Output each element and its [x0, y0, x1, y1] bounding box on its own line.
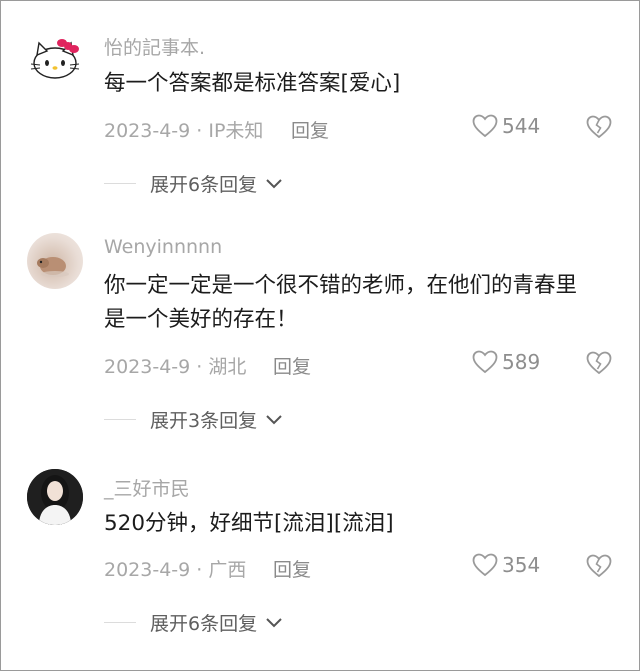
comment-text: 每一个答案都是标准答案[爱心] — [104, 71, 401, 96]
chevron-down-icon — [266, 414, 282, 424]
comment-text: 你一定一定是一个很不错的老师，在他们的青春里是一个美好的存在！ — [104, 273, 578, 332]
broken-heart-icon — [586, 115, 612, 139]
expand-replies-label: 展开3条回复 — [150, 410, 258, 432]
broken-heart-icon — [586, 351, 612, 375]
like-button[interactable]: 354 — [472, 553, 540, 577]
divider — [104, 622, 136, 623]
comment-meta: 2023-4-9 · IP未知 — [104, 120, 264, 142]
divider — [104, 183, 136, 184]
comment-meta: 2023-4-9 · 广西 — [104, 559, 247, 581]
heart-outline-icon — [472, 553, 498, 577]
hello-kitty-avatar-icon — [27, 31, 83, 87]
reply-button[interactable]: 回复 — [273, 555, 311, 582]
chevron-down-icon — [266, 617, 282, 627]
chevron-down-icon — [266, 178, 282, 188]
avatar[interactable] — [27, 233, 83, 289]
expand-replies-button[interactable]: 展开6条回复 — [104, 170, 283, 197]
heart-outline-icon — [472, 350, 498, 374]
expand-replies-label: 展开6条回复 — [150, 174, 258, 196]
like-button[interactable]: 544 — [472, 114, 540, 138]
expand-replies-button[interactable]: 展开3条回复 — [104, 406, 283, 433]
dislike-button[interactable] — [586, 351, 612, 375]
comment-meta: 2023-4-9 · 湖北 — [104, 356, 247, 378]
broken-heart-icon — [586, 554, 612, 578]
like-button[interactable]: 589 — [472, 350, 540, 374]
like-count: 544 — [502, 114, 541, 138]
girl-portrait-avatar-icon — [27, 469, 83, 525]
divider — [104, 419, 136, 420]
expand-replies-label: 展开6条回复 — [150, 613, 258, 635]
like-count: 589 — [502, 350, 541, 374]
avatar[interactable] — [27, 31, 83, 87]
reply-button[interactable]: 回复 — [291, 116, 329, 143]
comment-username[interactable]: _三好市民 — [104, 474, 190, 501]
like-count: 354 — [502, 553, 541, 577]
comment-text: 520分钟，好细节[流泪][流泪] — [104, 511, 394, 536]
avatar[interactable] — [27, 469, 83, 525]
comment-list: 怡的記事本. 每一个答案都是标准答案[爱心] 2023-4-9 · IP未知 回… — [0, 0, 640, 671]
comment-username[interactable]: Wenyinnnnn — [104, 236, 222, 258]
heart-outline-icon — [472, 114, 498, 138]
dislike-button[interactable] — [586, 554, 612, 578]
hamster-avatar-icon — [37, 257, 69, 277]
reply-button[interactable]: 回复 — [273, 352, 311, 379]
expand-replies-button[interactable]: 展开6条回复 — [104, 609, 283, 636]
dislike-button[interactable] — [586, 115, 612, 139]
comment-username[interactable]: 怡的記事本. — [104, 33, 205, 60]
